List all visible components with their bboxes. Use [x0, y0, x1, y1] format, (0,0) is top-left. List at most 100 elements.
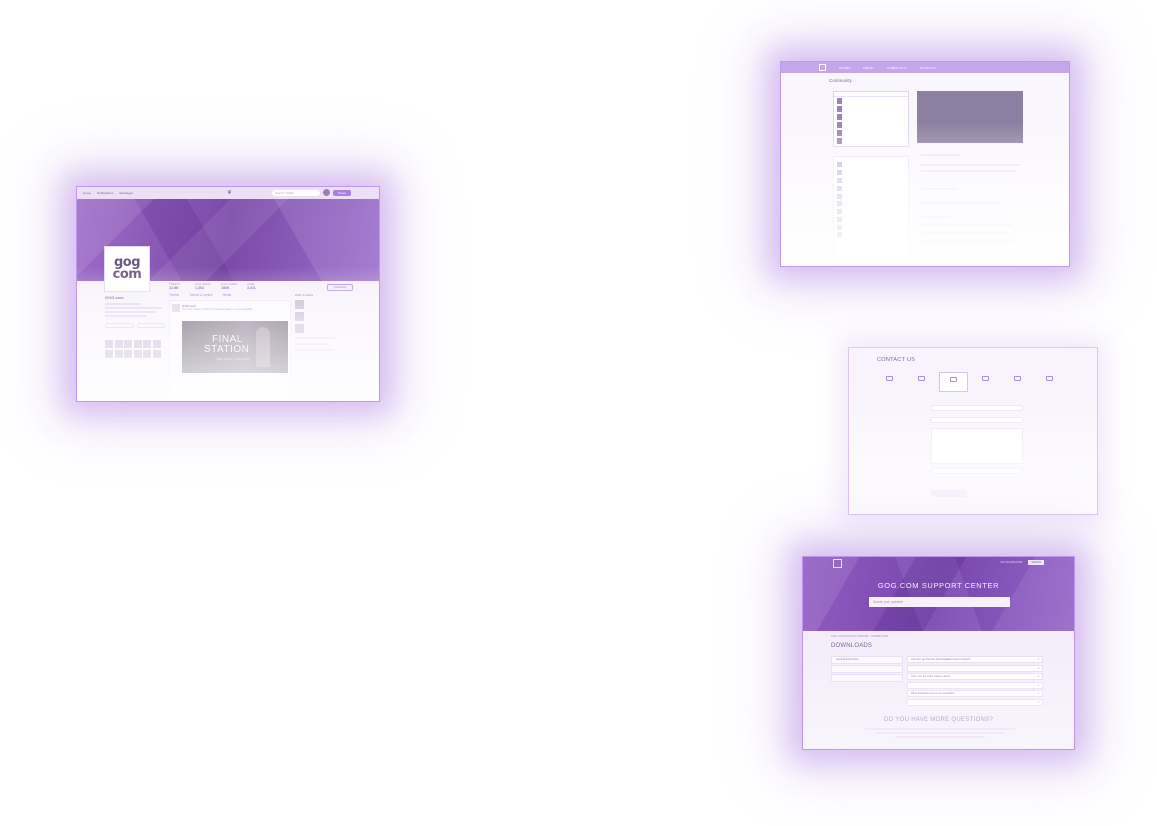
tweet-text: The Only Traitor, a DLC of The Final Sta…	[182, 308, 253, 311]
gog-logo-icon[interactable]	[819, 64, 826, 71]
stat-likes[interactable]: LIKES 3,411	[247, 283, 267, 291]
stat-followers[interactable]: FOLLOWERS 186K	[221, 283, 241, 291]
stat-following[interactable]: FOLLOWING 1,364	[195, 283, 215, 291]
thread-row[interactable]	[917, 105, 1023, 107]
list-item[interactable]	[834, 97, 908, 105]
nav-support[interactable]: SUPPORT	[920, 66, 937, 70]
tweet-media-image[interactable]: FINAL STATION THE ONLY TRAITOR	[182, 321, 288, 373]
go-to-gog-link[interactable]: GO TO GOG.COM	[1001, 561, 1023, 564]
sidebar-item[interactable]	[831, 674, 903, 682]
topic-option[interactable]	[907, 372, 936, 392]
faq-item[interactable]: How do I get the free downloadable bonus…	[907, 656, 1043, 663]
nav-store[interactable]: STORE	[839, 66, 851, 70]
page-title: CONTACT US	[877, 357, 916, 363]
support-hero	[803, 557, 1074, 631]
stat-tweets[interactable]: TWEETS 13.8K	[169, 283, 189, 291]
list-item[interactable]	[834, 129, 908, 137]
twitter-profile-preview: Home Notifications Messages ❦ Search Twi…	[76, 186, 380, 402]
subject-field[interactable]	[931, 417, 1023, 423]
photo-grid	[105, 340, 165, 358]
expand-icon: ▾	[1037, 666, 1039, 670]
nav-notifications[interactable]: Notifications	[97, 191, 113, 195]
expand-icon: ▾	[1037, 658, 1039, 661]
favourite-forums-list	[833, 156, 909, 264]
tab-media[interactable]: Media	[223, 293, 232, 297]
tab-tweets-replies[interactable]: Tweets & replies	[189, 293, 212, 297]
nav-home[interactable]: Home	[83, 191, 91, 195]
topic-option[interactable]	[971, 372, 1000, 392]
nav-about[interactable]: ABOUT	[863, 66, 875, 70]
topic-option[interactable]	[1003, 372, 1032, 392]
expand-icon: ▾	[1037, 683, 1039, 687]
topic-icon	[1014, 376, 1021, 381]
timeline-tabs: Tweets Tweets & replies Media	[169, 293, 231, 297]
breadcrumb[interactable]: GOG.COM SUPPORT CENTER > DOWNLOADS	[831, 635, 888, 638]
topic-icon	[886, 376, 893, 381]
list-item[interactable]	[834, 169, 908, 177]
general-forums-list	[833, 91, 909, 147]
extra-field[interactable]	[931, 468, 1023, 474]
topic-option[interactable]	[1035, 372, 1064, 392]
profile-stats: TWEETS 13.8K FOLLOWING 1,364 FOLLOWERS 1…	[169, 283, 267, 291]
list-item[interactable]	[834, 208, 908, 216]
tweet-avatar	[172, 304, 180, 312]
avatar[interactable]	[323, 189, 330, 196]
support-center-preview: GO TO GOG.COM SIGN IN GOG.COM SUPPORT CE…	[802, 556, 1075, 750]
who-to-follow: Who to follow	[295, 293, 355, 351]
page-title: DOWNLOADS	[831, 643, 873, 649]
topic-icon	[950, 377, 957, 382]
nav-community[interactable]: COMMUNITY	[887, 66, 908, 70]
topic-icon	[1046, 376, 1053, 381]
hero-title: GOG.COM SUPPORT CENTER	[877, 581, 1000, 590]
faq-item[interactable]: What download options are available? ▾	[907, 690, 1043, 697]
suggestion-row[interactable]	[295, 324, 355, 333]
list-item[interactable]	[834, 137, 908, 145]
gog-logo-icon[interactable]	[833, 559, 842, 568]
community-wishlist-panel	[917, 91, 1023, 143]
list-item[interactable]	[834, 200, 908, 208]
profile-name: GOG.com	[105, 295, 124, 300]
list-item[interactable]	[834, 177, 908, 185]
expand-icon: ▾	[1037, 675, 1039, 678]
topic-option-active[interactable]	[939, 372, 968, 392]
tab-tweets[interactable]: Tweets	[169, 293, 179, 297]
twitter-search-input[interactable]: Search Twitter	[272, 190, 320, 196]
profile-sidebar: GOG.com	[105, 295, 165, 358]
message-button[interactable]	[136, 323, 165, 328]
list-item[interactable]	[834, 231, 908, 239]
tweet-button[interactable]: Tweet	[333, 190, 351, 196]
topic-option[interactable]	[875, 372, 904, 392]
support-top-links: GO TO GOG.COM SIGN IN	[1001, 560, 1044, 565]
list-item[interactable]	[834, 113, 908, 121]
list-item[interactable]	[834, 192, 908, 200]
email-field[interactable]	[931, 405, 1023, 411]
sidebar-item[interactable]	[831, 665, 903, 673]
list-item[interactable]	[834, 215, 908, 223]
topic-selector	[875, 372, 1064, 392]
list-item[interactable]	[834, 223, 908, 231]
sidebar-item-general[interactable]: General information	[831, 656, 903, 664]
more-questions-heading: DO YOU HAVE MORE QUESTIONS?	[883, 717, 994, 723]
timeline: GOG.com The Only Traitor, a DLC of The F…	[169, 300, 291, 400]
topic-icon	[918, 376, 925, 381]
list-item[interactable]	[834, 121, 908, 129]
list-item[interactable]	[834, 161, 908, 169]
list-item[interactable]	[834, 105, 908, 113]
search-input[interactable]: Search your question	[869, 597, 1010, 607]
tweet-to-button[interactable]	[105, 323, 134, 328]
nav-messages[interactable]: Messages	[119, 191, 133, 195]
following-button[interactable]: Following	[327, 284, 353, 291]
contact-us-preview: CONTACT US	[848, 347, 1098, 515]
sign-in-button[interactable]: SIGN IN	[1028, 560, 1044, 565]
faq-item[interactable]: Can I use the GOG Galaxy client? ▾	[907, 673, 1043, 680]
faq-item[interactable]: ▾	[907, 681, 1043, 689]
faq-item[interactable]: ▾	[907, 698, 1043, 706]
send-button[interactable]	[931, 490, 967, 497]
expand-icon: ▾	[1037, 700, 1039, 704]
suggestion-row[interactable]	[295, 312, 355, 321]
suggestion-row[interactable]	[295, 300, 355, 309]
description-field[interactable]	[931, 428, 1023, 464]
faq-item[interactable]: ▾	[907, 664, 1043, 672]
gog-logo: gog com	[105, 247, 149, 291]
list-item[interactable]	[834, 184, 908, 192]
